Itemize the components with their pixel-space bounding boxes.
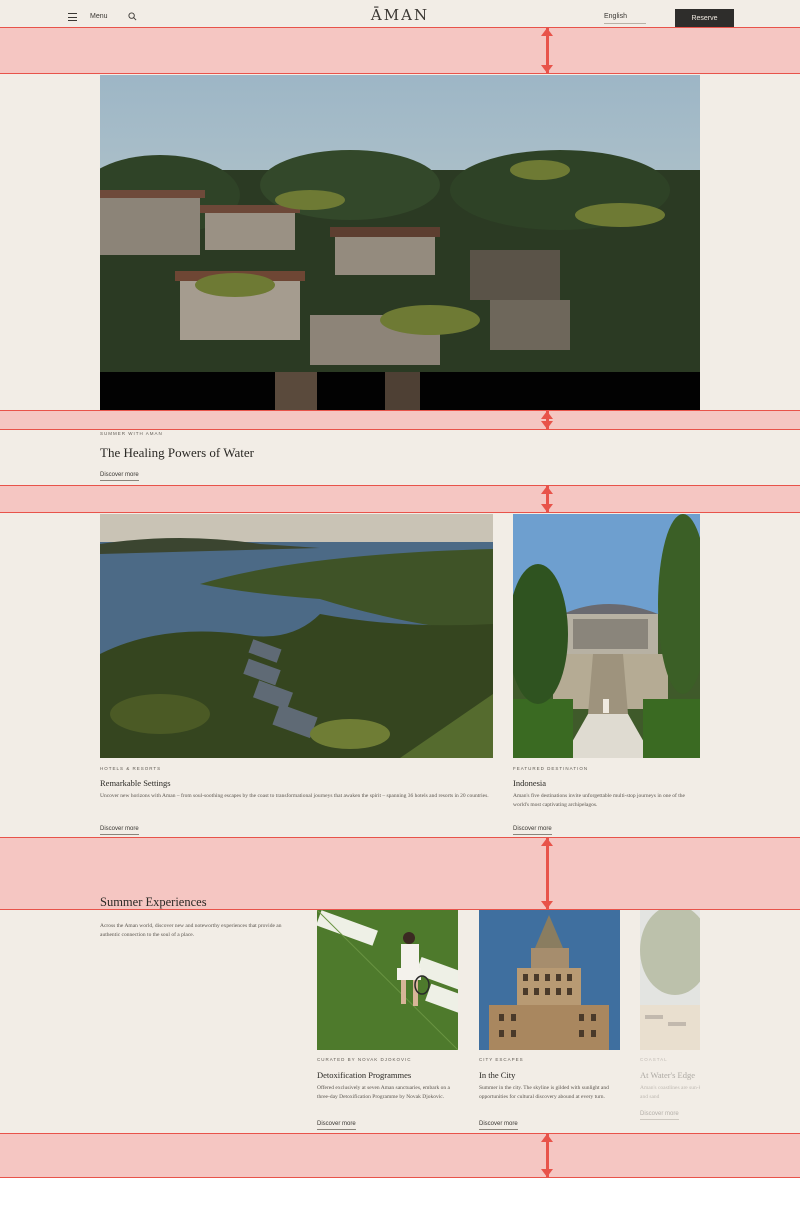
feature-eyebrow: HOTELS & RESORTS xyxy=(100,766,162,771)
feature-description: Aman's five destinations invite unforget… xyxy=(513,793,685,808)
double-arrow-icon xyxy=(541,411,553,429)
language-selector[interactable]: English xyxy=(604,13,646,24)
in-the-city-image[interactable] xyxy=(479,910,620,1050)
card-discover-link[interactable]: Discover more xyxy=(479,1121,518,1130)
double-arrow-icon xyxy=(541,28,553,73)
card-discover-link[interactable]: Discover more xyxy=(640,1111,679,1120)
waters-edge-image[interactable] xyxy=(640,910,700,1050)
card-title[interactable]: In the City xyxy=(479,1070,515,1080)
card-eyebrow: CITY ESCAPES xyxy=(479,1057,524,1062)
indonesia-image[interactable] xyxy=(513,514,700,758)
menu-label[interactable]: Menu xyxy=(90,13,108,20)
double-arrow-icon xyxy=(541,486,553,512)
feature-title[interactable]: Indonesia xyxy=(513,778,546,788)
card-eyebrow: CURATED BY NOVAK DJOKOVIC xyxy=(317,1057,412,1062)
hero-image-palm-resort[interactable] xyxy=(100,75,700,410)
hero-eyebrow: SUMMER WITH AMAN xyxy=(100,431,163,436)
page-bottom xyxy=(0,1178,800,1207)
remarkable-settings-image[interactable] xyxy=(100,514,493,758)
card-description: Aman's coastlines are sun-kissed and san… xyxy=(640,1085,700,1100)
experiences-title: Summer Experiences xyxy=(100,895,207,909)
search-icon[interactable] xyxy=(128,12,137,21)
feature-discover-link[interactable]: Discover more xyxy=(100,826,139,835)
spacing-annotation xyxy=(0,1133,800,1178)
feature-description: Uncover new horizons with Aman – from so… xyxy=(100,793,489,799)
hero-title[interactable]: The Healing Powers of Water xyxy=(100,445,254,461)
detox-programme-image[interactable] xyxy=(317,910,458,1050)
site-header: Menu ĀMAN English Reserve xyxy=(0,0,800,27)
card-eyebrow: COASTAL xyxy=(640,1057,668,1062)
feature-discover-link[interactable]: Discover more xyxy=(513,826,552,835)
feature-title[interactable]: Remarkable Settings xyxy=(100,778,171,788)
spacing-annotation xyxy=(0,485,800,513)
experiences-intro: Across the Aman world, discover new and … xyxy=(100,923,282,938)
card-title[interactable]: At Water's Edge xyxy=(640,1070,695,1080)
spacing-annotation xyxy=(0,27,800,74)
hamburger-menu-icon[interactable] xyxy=(68,13,77,21)
card-discover-link[interactable]: Discover more xyxy=(317,1121,356,1130)
spacing-annotation xyxy=(0,410,800,430)
double-arrow-icon xyxy=(541,838,553,909)
reserve-button[interactable]: Reserve xyxy=(675,9,734,27)
feature-eyebrow: FEATURED DESTINATION xyxy=(513,766,589,771)
hero-discover-link[interactable]: Discover more xyxy=(100,472,139,481)
card-title[interactable]: Detoxification Programmes xyxy=(317,1070,411,1080)
aman-logo[interactable]: ĀMAN xyxy=(360,6,440,24)
partial-card: COASTAL At Water's Edge Aman's coastline… xyxy=(640,1050,700,1130)
card-description: Summer in the city. The skyline is gilde… xyxy=(479,1085,609,1100)
card-description: Offered exclusively at seven Aman sanctu… xyxy=(317,1085,450,1100)
double-arrow-icon xyxy=(541,1134,553,1177)
